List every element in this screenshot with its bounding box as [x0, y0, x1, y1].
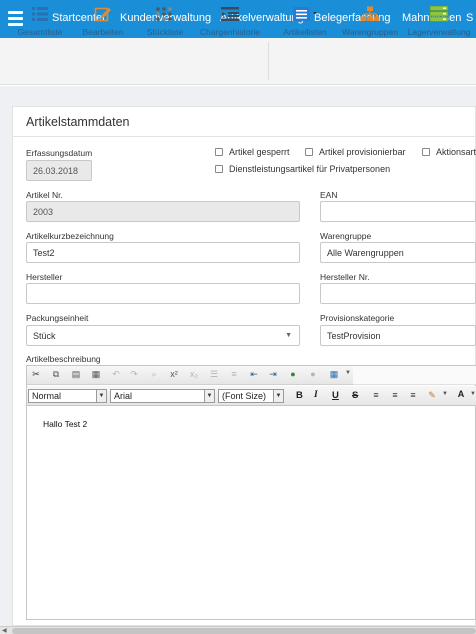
- table-icon[interactable]: ▦: [327, 369, 341, 380]
- italic-button[interactable]: I: [314, 390, 318, 400]
- outdent-icon[interactable]: ⇤: [247, 369, 261, 380]
- packungseinheit-label: Packungseinheit: [26, 313, 89, 323]
- warehouse-icon: [429, 5, 449, 22]
- editor-content[interactable]: Hallo Test 2: [43, 419, 87, 429]
- warengruppen-button[interactable]: Warengruppen: [340, 5, 400, 37]
- aktionsartikel-checkbox[interactable]: [422, 148, 430, 156]
- font-size-select[interactable]: (Font Size) ▼: [218, 389, 284, 403]
- aktionsartikel-label: Aktionsart: [436, 147, 476, 157]
- superscript-icon[interactable]: x²: [167, 369, 181, 379]
- lagerverwaltung-button[interactable]: Lagerverwaltung: [406, 5, 472, 37]
- hierarchy-icon: [360, 6, 380, 21]
- artikel-provisionierbar-label: Artikel provisionierbar: [319, 147, 406, 157]
- font-size-value: (Font Size): [222, 391, 267, 401]
- artikellisten-button[interactable]: Artikellisten: [280, 5, 330, 37]
- artikel-provisionierbar-checkbox[interactable]: [305, 148, 313, 156]
- history-icon: [221, 7, 239, 21]
- provisionskategorie-field[interactable]: TestProvision: [320, 325, 476, 346]
- format-select[interactable]: Normal ▼: [28, 389, 107, 403]
- artikel-nr-label: Artikel Nr.: [26, 190, 63, 200]
- bulleted-list-icon[interactable]: ☰: [207, 369, 221, 380]
- article-list-icon: [293, 7, 317, 21]
- paste-icon[interactable]: ▤: [69, 369, 83, 380]
- bearbeiten-button[interactable]: Bearbeiten: [78, 5, 128, 37]
- chargenhistorie-label: Chargenhistorie: [199, 27, 260, 37]
- warengruppen-label: Warengruppen: [342, 27, 398, 37]
- dropdown-arrow-icon: ▼: [285, 332, 292, 339]
- font-select[interactable]: Arial ▼: [110, 389, 215, 403]
- copy-icon[interactable]: ⧉: [49, 369, 63, 380]
- toolbar: [0, 38, 476, 85]
- provisionskategorie-label: Provisionskategorie: [320, 313, 395, 323]
- packungseinheit-value: Stück: [33, 331, 56, 341]
- strikethrough-button[interactable]: S: [352, 390, 358, 401]
- gesamtliste-label: Gesamtliste: [17, 27, 63, 37]
- bearbeiten-label: Bearbeiten: [82, 27, 124, 37]
- highlight-dropdown-icon[interactable]: ▼: [438, 391, 452, 397]
- hersteller-nr-input[interactable]: [320, 283, 476, 304]
- subscript-icon[interactable]: x₂: [187, 369, 201, 379]
- artikellisten-label: Artikellisten: [283, 27, 327, 37]
- artikel-nr-field: 2003: [26, 201, 300, 222]
- table-dropdown-icon[interactable]: ▼: [341, 370, 355, 376]
- hersteller-label: Hersteller: [26, 272, 63, 282]
- panel-title: Artikelstammdaten: [26, 115, 130, 129]
- redo-icon[interactable]: ↷: [127, 369, 141, 380]
- underline-button[interactable]: U: [332, 390, 339, 401]
- scroll-left-icon[interactable]: ◀: [2, 627, 7, 634]
- warengruppe-field[interactable]: Alle Warengruppen: [320, 242, 476, 263]
- chevron-down-icon: ▼: [96, 390, 106, 402]
- editor-toolbar-row-1-filler: [353, 366, 476, 385]
- list-icon: [32, 7, 48, 21]
- chevron-down-icon: ▼: [204, 390, 214, 402]
- panel-divider: [12, 136, 476, 137]
- indent-icon[interactable]: ⇥: [266, 369, 280, 380]
- erfassungsdatum-field: 26.03.2018: [26, 160, 92, 181]
- scrollbar-thumb[interactable]: [12, 628, 476, 634]
- bom-grid-icon: [156, 7, 172, 21]
- format-value: Normal: [32, 391, 62, 401]
- hersteller-input[interactable]: [26, 283, 300, 304]
- artikel-gesperrt-label: Artikel gesperrt: [229, 147, 290, 157]
- numbered-list-icon[interactable]: ≡: [227, 369, 241, 379]
- align-center-icon[interactable]: ≡: [388, 390, 402, 400]
- cut-icon[interactable]: ✂: [29, 369, 43, 380]
- dienstleistungsartikel-checkbox[interactable]: [215, 165, 223, 173]
- gesamtliste-button[interactable]: Gesamtliste: [14, 5, 66, 37]
- ean-label: EAN: [320, 190, 338, 200]
- warengruppe-label: Warengruppe: [320, 231, 372, 241]
- unlink-icon[interactable]: ●: [306, 369, 320, 379]
- chevron-down-icon: ▼: [273, 390, 283, 402]
- artikelkurzbezeichnung-label: Artikelkurzbezeichnung: [26, 231, 114, 241]
- bold-button[interactable]: B: [296, 390, 303, 401]
- align-right-icon[interactable]: ≡: [406, 390, 420, 400]
- artikelbeschreibung-label: Artikelbeschreibung: [26, 354, 101, 364]
- packungseinheit-select[interactable]: Stück ▼: [26, 325, 300, 346]
- artikel-gesperrt-checkbox[interactable]: [215, 148, 223, 156]
- lagerverwaltung-label: Lagerverwaltung: [407, 27, 471, 37]
- ean-input[interactable]: [320, 201, 476, 222]
- chargenhistorie-button[interactable]: Chargenhistorie: [198, 5, 262, 37]
- edit-icon: [94, 7, 111, 22]
- link-icon[interactable]: ●: [286, 369, 300, 379]
- hersteller-nr-label: Hersteller Nr.: [320, 272, 370, 282]
- dienstleistungsartikel-label: Dienstleistungsartikel für Privatpersone…: [229, 164, 391, 174]
- horizontal-scrollbar[interactable]: ◀: [0, 626, 476, 634]
- artikelkurzbezeichnung-input[interactable]: Test2: [26, 242, 300, 263]
- find-icon[interactable]: ⌕: [147, 369, 161, 380]
- paste-text-icon[interactable]: ▦: [89, 369, 103, 380]
- highlight-color-icon[interactable]: ✎: [425, 390, 439, 401]
- text-color-dropdown-icon[interactable]: ▼: [466, 391, 476, 397]
- stueckliste-label: Stückliste: [146, 27, 184, 37]
- align-left-icon[interactable]: ≡: [369, 390, 383, 400]
- undo-icon[interactable]: ↶: [109, 369, 123, 380]
- erfassungsdatum-label: Erfassungsdatum: [26, 148, 93, 158]
- stueckliste-button[interactable]: Stückliste: [140, 5, 190, 37]
- font-value: Arial: [114, 391, 133, 401]
- toolbar-divider: [268, 42, 269, 80]
